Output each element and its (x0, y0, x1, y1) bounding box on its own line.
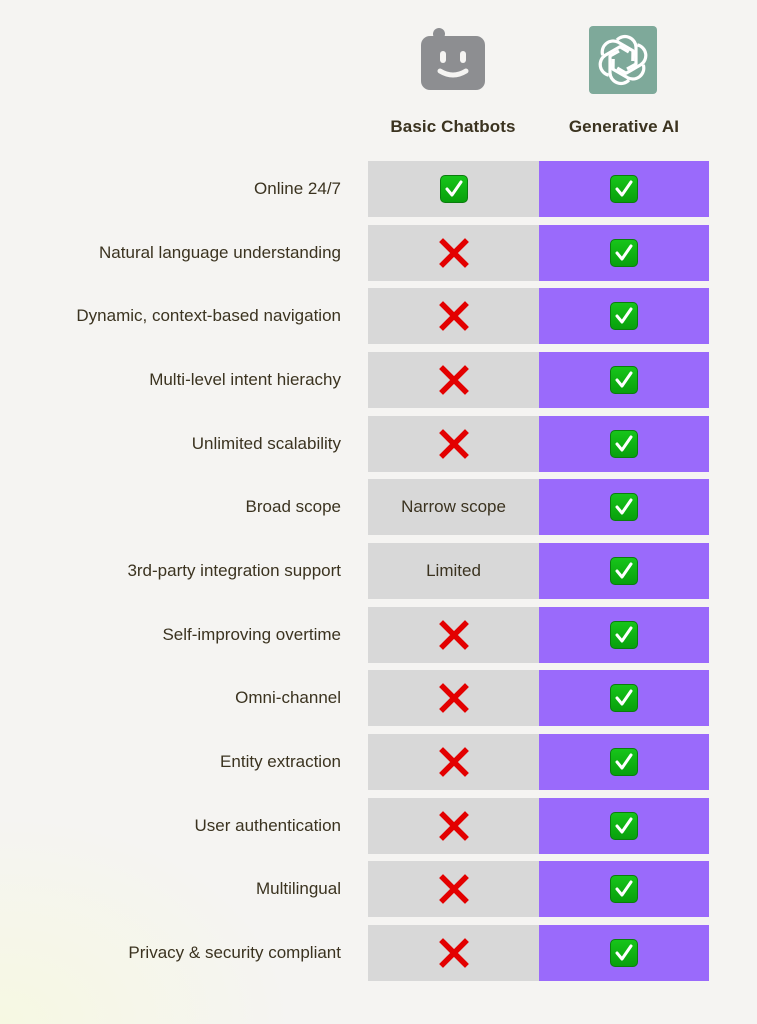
column-header-generative: Generative AI (539, 0, 709, 150)
check-mark-icon (610, 557, 638, 586)
basic-chatbots-cell (368, 925, 539, 982)
generative-ai-cell (539, 797, 709, 854)
feature-label: Omni-channel (235, 688, 341, 708)
basic-chatbots-cell (368, 161, 539, 217)
feature-label: Entity extraction (220, 752, 341, 772)
basic-chatbots-cell (368, 415, 539, 472)
table-row: Online 24/7 (0, 161, 757, 217)
check-mark-icon (610, 493, 638, 522)
check-mark-icon (610, 302, 638, 331)
check-mark-icon (610, 748, 638, 777)
basic-chatbots-cell: Limited (368, 543, 539, 600)
check-mark-icon (610, 175, 638, 203)
basic-chatbots-cell (368, 606, 539, 663)
check-mark-icon (610, 366, 638, 394)
cross-mark-icon (438, 683, 469, 714)
cross-mark-icon (438, 237, 469, 268)
basic-chatbots-cell (368, 797, 539, 854)
check-mark-icon (610, 811, 638, 840)
basic-chatbots-cell (368, 224, 539, 281)
table-row: Entity extraction (0, 734, 757, 791)
cross-mark-icon (438, 428, 469, 459)
generative-ai-cell (539, 224, 709, 281)
basic-chatbots-cell (368, 352, 539, 408)
check-mark-icon (610, 238, 638, 267)
generative-ai-cell (539, 479, 709, 536)
feature-label: Privacy & security compliant (128, 943, 341, 963)
cross-mark-icon (438, 810, 469, 841)
cross-mark-icon (438, 938, 469, 968)
cross-mark-icon (438, 874, 469, 905)
cross-mark-icon (438, 619, 469, 650)
feature-label: Natural language understanding (99, 242, 341, 262)
feature-label: User authentication (194, 815, 341, 835)
feature-label: 3rd-party integration support (127, 561, 341, 581)
cell-text: Narrow scope (401, 497, 506, 517)
check-mark-icon (610, 429, 638, 458)
basic-chatbots-cell (368, 861, 539, 918)
basic-chatbots-cell: Narrow scope (368, 479, 539, 536)
generative-ai-cell (539, 415, 709, 472)
feature-label: Online 24/7 (254, 179, 341, 198)
table-row: Privacy & security compliant (0, 925, 757, 982)
robot-face-icon (419, 26, 487, 94)
table-row: 3rd-party integration support Limited (0, 543, 757, 600)
feature-label: Unlimited scalability (191, 433, 341, 453)
table-row: User authentication (0, 797, 757, 854)
generative-ai-cell (539, 161, 709, 217)
table-row: Self-improving overtime (0, 606, 757, 663)
feature-label: Dynamic, context-based navigation (76, 306, 341, 326)
generative-ai-cell (539, 352, 709, 408)
table-row: Multi-level intent hierachy (0, 352, 757, 408)
feature-label: Self-improving overtime (162, 624, 341, 644)
basic-chatbots-cell (368, 670, 539, 727)
cross-mark-icon (438, 747, 469, 777)
feature-label: Broad scope (245, 497, 341, 517)
table-row: Omni-channel (0, 670, 757, 727)
check-mark-icon (439, 175, 468, 203)
generative-ai-cell (539, 861, 709, 918)
check-mark-icon (610, 620, 638, 649)
table-row: Natural language understanding (0, 224, 757, 281)
basic-chatbots-cell (368, 734, 539, 791)
column-title-basic: Basic Chatbots (390, 117, 516, 136)
generative-ai-cell (539, 670, 709, 727)
generative-ai-cell (539, 606, 709, 663)
table-row: Unlimited scalability (0, 415, 757, 472)
table-row: Broad scope Narrow scope (0, 479, 757, 536)
generative-ai-cell (539, 925, 709, 982)
check-mark-icon (610, 684, 638, 713)
cross-mark-icon (438, 301, 469, 332)
table-row: Dynamic, context-based navigation (0, 288, 757, 345)
feature-label: Multilingual (255, 879, 341, 899)
feature-label: Multi-level intent hierachy (149, 370, 341, 389)
column-header-basic: Basic Chatbots (368, 0, 538, 150)
check-mark-icon (610, 939, 638, 968)
check-mark-icon (610, 875, 638, 904)
cell-text: Limited (426, 561, 481, 581)
generative-ai-cell (539, 288, 709, 345)
openai-logo-icon (589, 26, 657, 94)
cross-mark-icon (438, 365, 469, 395)
basic-chatbots-cell (368, 288, 539, 345)
generative-ai-cell (539, 543, 709, 600)
column-title-generative: Generative AI (568, 117, 680, 136)
table-row: Multilingual (0, 861, 757, 918)
generative-ai-cell (539, 734, 709, 791)
